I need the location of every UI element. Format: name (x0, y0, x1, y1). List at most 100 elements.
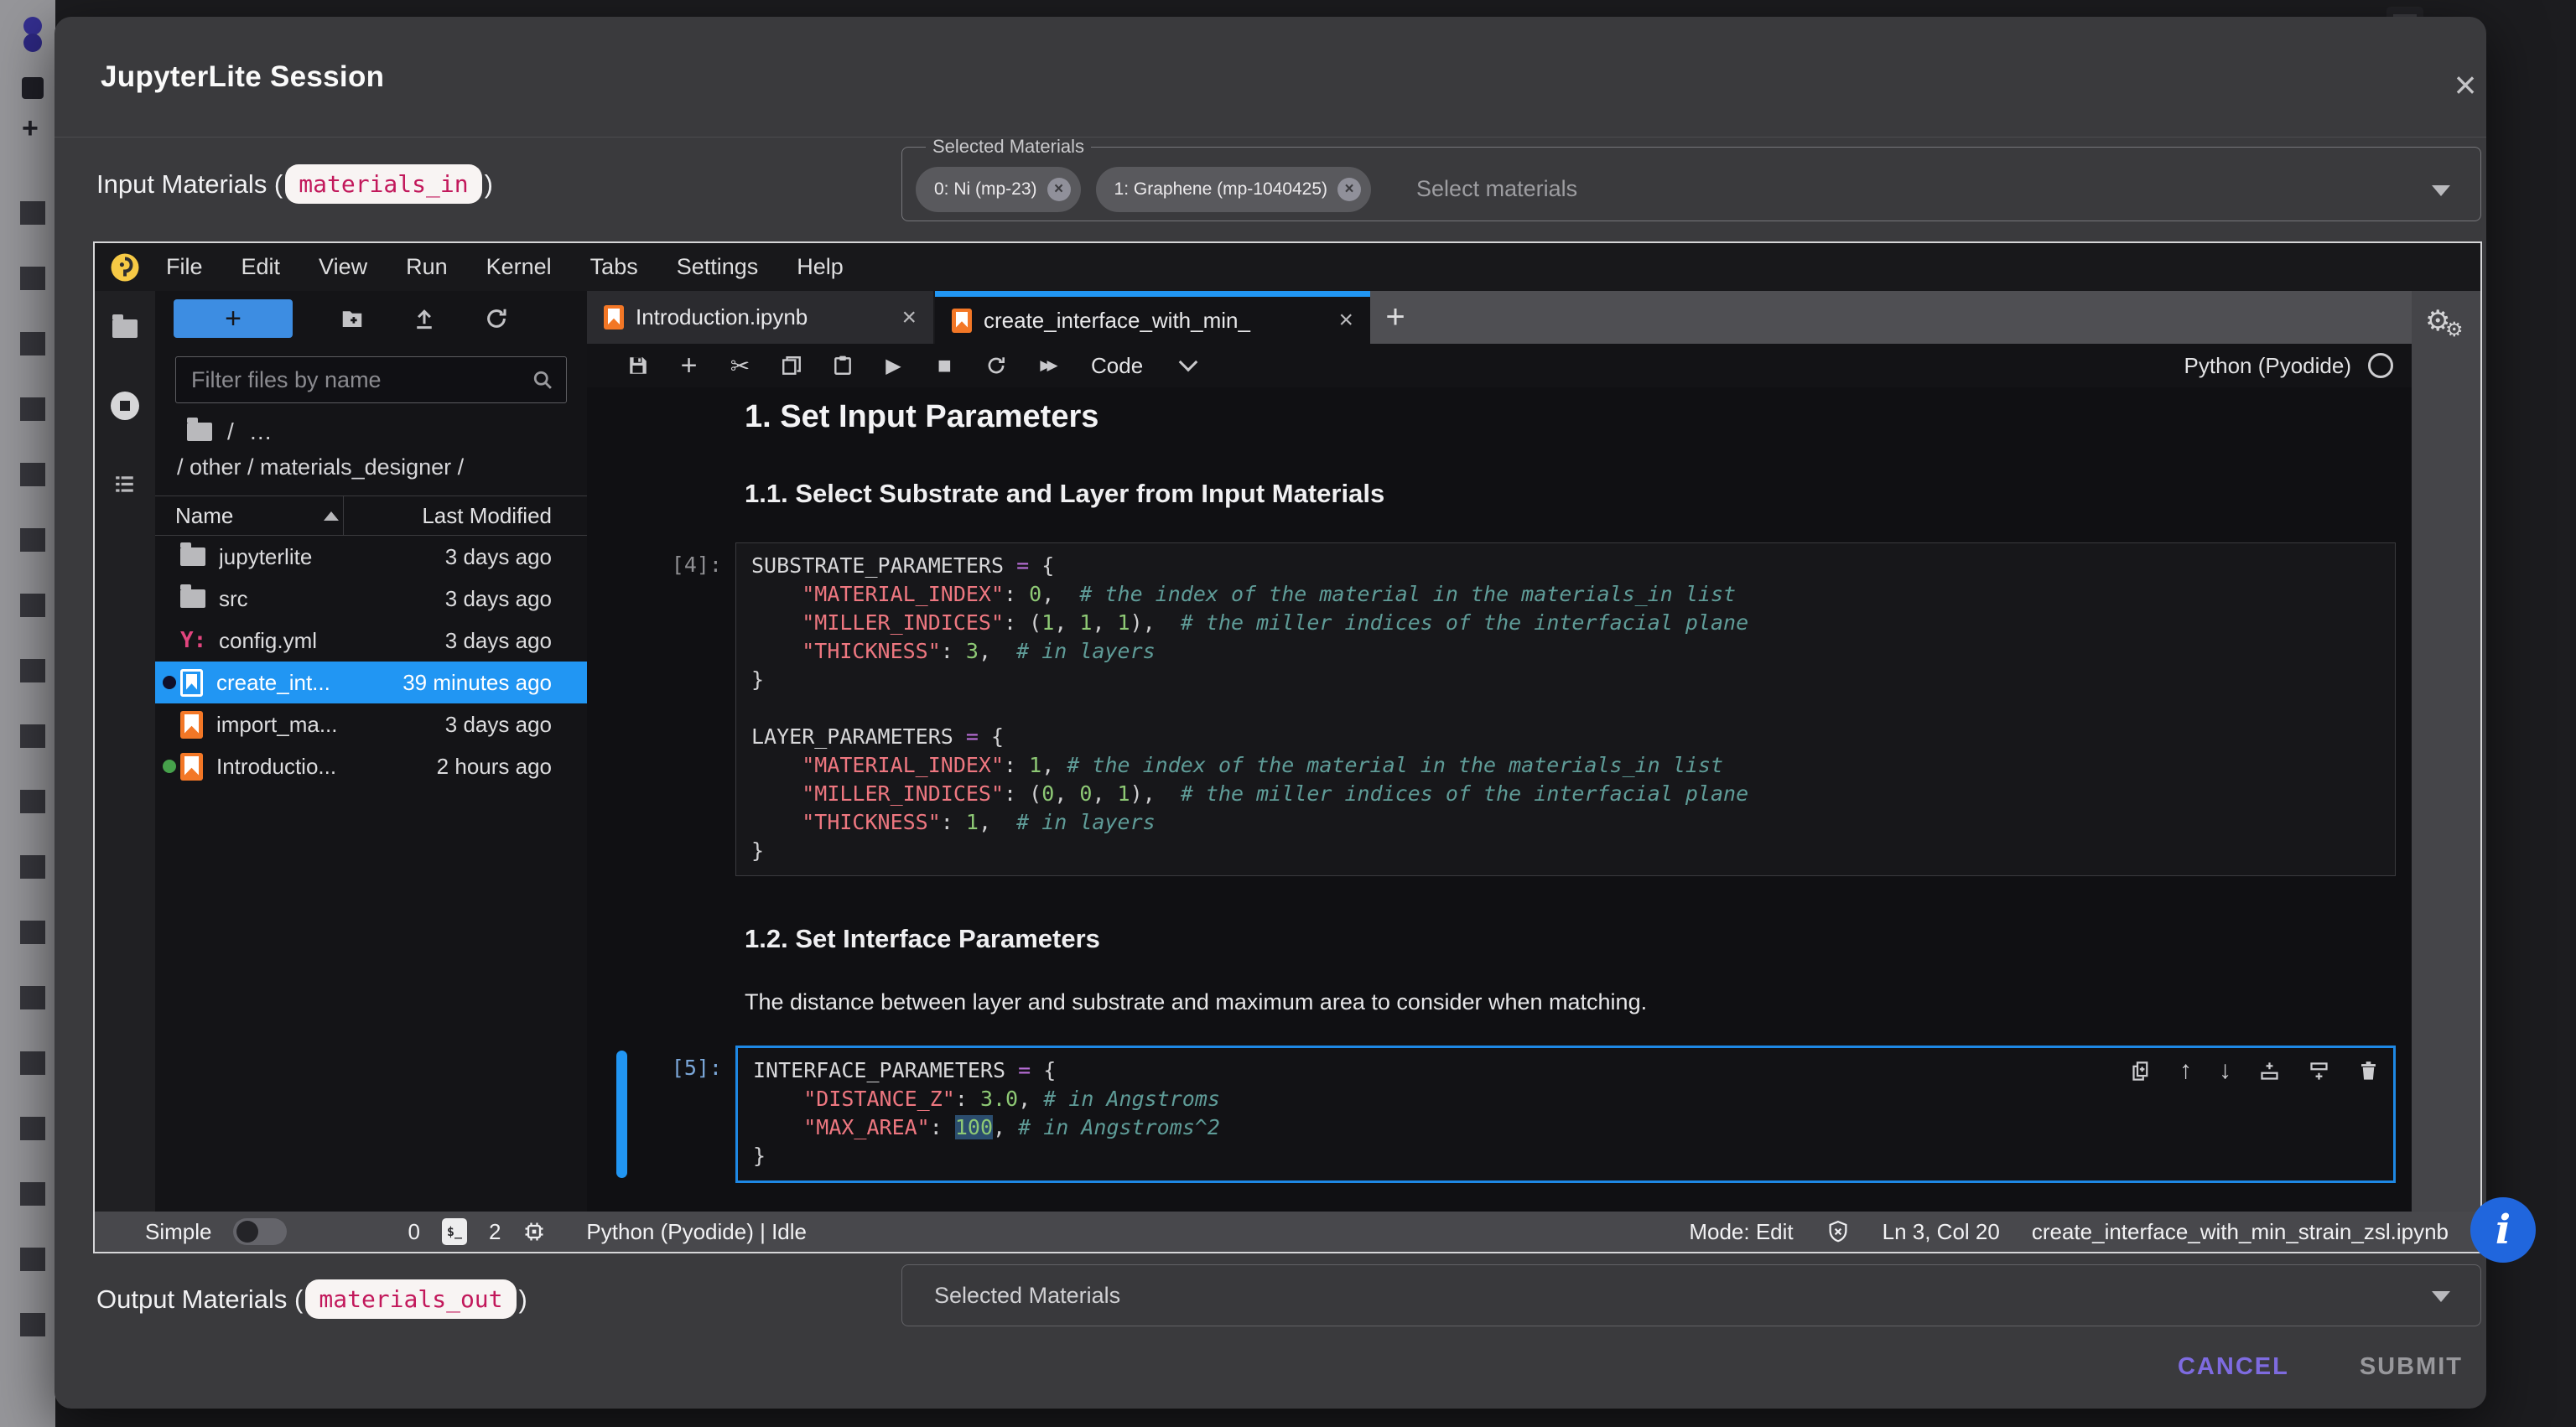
kernels-count[interactable]: 2 (489, 1219, 501, 1245)
background-logo-icon (23, 17, 42, 35)
simple-mode-toggle[interactable] (233, 1218, 287, 1245)
notebook-icon (180, 711, 203, 739)
input-materials-prefix: Input Materials ( (96, 169, 283, 200)
menu-view[interactable]: View (299, 254, 387, 280)
breadcrumb-path[interactable]: / other / materials_designer / (177, 452, 587, 482)
chip-delete-icon[interactable]: × (1047, 178, 1071, 201)
select-materials-placeholder: Select materials (1416, 176, 1577, 202)
background-logo-icon (23, 34, 42, 52)
restart-kernel-icon[interactable] (970, 355, 1021, 376)
new-folder-icon[interactable] (340, 306, 365, 331)
active-cell-indicator[interactable] (616, 1051, 627, 1178)
file-row-config-yml[interactable]: Y: config.yml 3 days ago (155, 620, 587, 662)
stop-kernel-icon[interactable]: ■ (919, 352, 970, 379)
mode-indicator[interactable]: Mode: Edit (1689, 1219, 1793, 1245)
menu-edit[interactable]: Edit (222, 254, 300, 280)
markdown-heading-1-2: 1.2. Set Interface Parameters (745, 924, 2412, 954)
upload-icon[interactable] (412, 306, 437, 331)
kernel-status-icon[interactable] (2368, 353, 2393, 378)
kernel-name[interactable]: Python (Pyodide) (2184, 353, 2351, 379)
cell-editor[interactable]: ↑ ↓ (735, 1046, 2396, 1183)
terminals-count[interactable]: 0 (408, 1219, 419, 1245)
chevron-down-icon[interactable] (2432, 185, 2450, 196)
chevron-down-icon (1179, 353, 1198, 372)
tab-create-interface[interactable]: create_interface_with_min_ × (935, 291, 1370, 344)
unsaved-dot (163, 676, 176, 689)
material-chip-label: 0: Ni (mp-23) (934, 179, 1037, 200)
file-browser-tab-icon[interactable] (112, 319, 138, 338)
background-sidebar-icon (22, 77, 44, 99)
property-inspector-gears-icon[interactable]: ⚙ ⚙ (2425, 304, 2467, 346)
file-row-import-material[interactable]: import_ma... 3 days ago (155, 703, 587, 745)
material-chip-ni[interactable]: 0: Ni (mp-23) × (916, 167, 1081, 212)
main-area: Introduction.ipynb × create_interface_wi… (587, 291, 2412, 1212)
breadcrumb-root[interactable]: / (227, 418, 234, 445)
run-cell-icon[interactable]: ▶ (868, 354, 919, 378)
menu-tabs[interactable]: Tabs (571, 254, 657, 280)
current-filename[interactable]: create_interface_with_min_strain_zsl.ipy… (2032, 1219, 2449, 1245)
insert-cell-below-icon[interactable] (2308, 1060, 2330, 1082)
save-icon[interactable] (612, 355, 663, 376)
input-materials-suffix: ) (485, 169, 493, 200)
code-cell-5[interactable]: [5]: ↑ ↓ (587, 1046, 2412, 1183)
status-bar: Simple 0 $_ 2 Python (Pyodide) | Idle Mo… (95, 1212, 2480, 1252)
material-chip-graphene[interactable]: 1: Graphene (mp-1040425) × (1096, 167, 1372, 212)
file-list-header: Name Last Modified (155, 496, 587, 536)
code-cell-4[interactable]: [4]: SUBSTRATE_PARAMETERS = { "MATERIAL_… (587, 542, 2412, 876)
cell-toolbar: ↑ ↓ (2130, 1056, 2380, 1085)
close-icon[interactable]: × (2441, 60, 2490, 109)
notebook-content: 1. Set Input Parameters 1.1. Select Subs… (587, 387, 2412, 1212)
insert-cell-above-icon[interactable] (2258, 1060, 2281, 1082)
paste-cell-icon[interactable] (817, 355, 868, 376)
chip-delete-icon[interactable]: × (1337, 178, 1361, 201)
output-materials-suffix: ) (519, 1284, 527, 1315)
file-row-introduction[interactable]: Introductio... 2 hours ago (155, 745, 587, 787)
menu-run[interactable]: Run (387, 254, 467, 280)
cancel-button[interactable]: CANCEL (2159, 1345, 2308, 1389)
move-cell-up-icon[interactable]: ↑ (2179, 1056, 2192, 1085)
duplicate-cell-icon[interactable] (2130, 1060, 2153, 1082)
submit-button[interactable]: SUBMIT (2341, 1345, 2481, 1389)
column-last-modified[interactable]: Last Modified (422, 503, 552, 529)
background-app-sidebar: + (0, 0, 55, 1427)
menu-help[interactable]: Help (777, 254, 863, 280)
shield-x-icon[interactable] (1826, 1219, 1851, 1244)
close-icon[interactable]: × (1338, 306, 1353, 335)
delete-cell-icon[interactable] (2357, 1060, 2380, 1082)
right-sidebar: ⚙ ⚙ (2412, 291, 2480, 1212)
move-cell-down-icon[interactable]: ↓ (2219, 1056, 2231, 1085)
file-row-src[interactable]: src 3 days ago (155, 578, 587, 620)
output-materials-select[interactable]: Selected Materials (901, 1264, 2481, 1326)
file-row-jupyterlite[interactable]: jupyterlite 3 days ago (155, 536, 587, 578)
new-tab-button[interactable]: + (1370, 291, 1420, 344)
filter-files-input[interactable] (190, 366, 531, 394)
column-name[interactable]: Name (155, 503, 233, 529)
notebook-icon (180, 669, 203, 697)
home-folder-icon[interactable] (187, 423, 212, 441)
table-of-contents-icon[interactable] (112, 474, 138, 496)
cell-type-dropdown[interactable]: Code (1091, 353, 1195, 379)
terminal-icon: $_ (442, 1218, 467, 1245)
simple-mode-label: Simple (145, 1219, 211, 1245)
cell-editor[interactable]: SUBSTRATE_PARAMETERS = { "MATERIAL_INDEX… (735, 542, 2396, 876)
menu-file[interactable]: File (147, 254, 222, 280)
tab-introduction[interactable]: Introduction.ipynb × (587, 291, 935, 344)
refresh-icon[interactable] (484, 306, 509, 331)
restart-run-all-icon[interactable]: ▶▶ (1021, 357, 1072, 374)
file-row-create-interface[interactable]: create_int... 39 minutes ago (155, 662, 587, 703)
markdown-heading-1: 1. Set Input Parameters (745, 399, 2412, 435)
close-icon[interactable]: × (901, 304, 917, 332)
selected-materials-select[interactable]: Selected Materials 0: Ni (mp-23) × 1: Gr… (901, 136, 2481, 221)
copy-cell-icon[interactable] (766, 355, 817, 376)
kernel-status-text[interactable]: Python (Pyodide) | Idle (586, 1219, 807, 1245)
running-sessions-icon[interactable] (111, 392, 139, 420)
new-launcher-button[interactable]: + (174, 299, 293, 338)
cursor-position[interactable]: Ln 3, Col 20 (1883, 1219, 2000, 1245)
info-button[interactable]: i (2470, 1197, 2536, 1263)
column-divider (343, 496, 344, 535)
breadcrumb-ellipsis[interactable]: … (249, 418, 273, 445)
menu-kernel[interactable]: Kernel (467, 254, 571, 280)
menu-settings[interactable]: Settings (657, 254, 778, 280)
add-cell-icon[interactable]: + (663, 350, 714, 382)
cut-cell-icon[interactable]: ✂ (714, 352, 766, 380)
